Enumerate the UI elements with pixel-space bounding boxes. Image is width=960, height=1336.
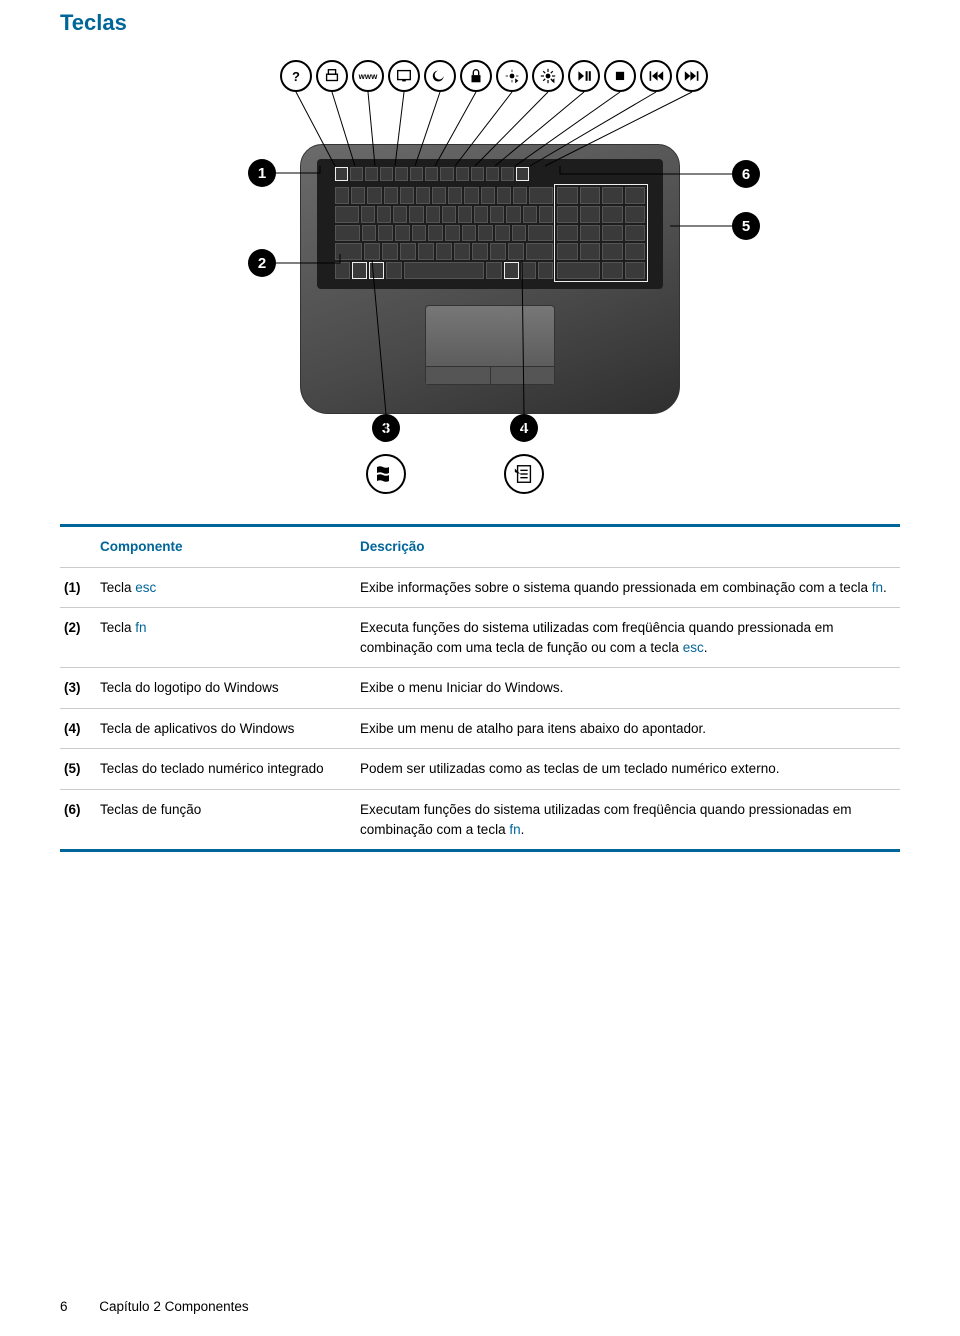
callout-4: 4 [510,414,538,442]
keyboard-diagram: ? www ■ 1 2 3 4 5 6 [200,54,760,494]
link-esc: esc [683,640,704,655]
link-esc: esc [135,580,156,595]
lock-icon [460,60,492,92]
header-description: Descrição [360,537,896,557]
table-row: (4) Tecla de aplicativos do Windows Exib… [60,709,900,750]
callout-3: 3 [372,414,400,442]
link-fn: fn [135,620,146,635]
diagram-icon-row: ? www ■ [280,60,708,92]
table-row: (3) Tecla do logotipo do Windows Exibe o… [60,668,900,709]
brightness-up-icon [532,60,564,92]
callout-2: 2 [248,249,276,277]
www-icon: www [352,60,384,92]
windows-logo-icon [366,454,406,494]
table-row: (2) Tecla fn Executa funções do sistema … [60,608,900,668]
callout-6: 6 [732,160,760,188]
brightness-down-icon [496,60,528,92]
callout-1: 1 [248,159,276,187]
components-table: Componente Descrição (1) Tecla esc Exibe… [60,524,900,852]
page-footer: 6 Capítulo 2 Componentes [60,1299,249,1314]
page-title: Teclas [60,10,900,36]
context-menu-icon [504,454,544,494]
link-fn: fn [872,580,883,595]
print-icon [316,60,348,92]
sleep-icon [424,60,456,92]
stop-icon: ■ [604,60,636,92]
link-fn: fn [509,822,520,837]
prev-track-icon [640,60,672,92]
header-component: Componente [100,537,360,557]
chapter-label: Capítulo 2 Componentes [99,1299,248,1314]
help-icon: ? [280,60,312,92]
page-number: 6 [60,1299,68,1314]
table-header: Componente Descrição [60,527,900,568]
play-pause-icon [568,60,600,92]
table-row: (1) Tecla esc Exibe informações sobre o … [60,568,900,609]
next-track-icon [676,60,708,92]
table-row: (6) Teclas de função Executam funções do… [60,790,900,849]
table-row: (5) Teclas do teclado numérico integrado… [60,749,900,790]
callout-5: 5 [732,212,760,240]
display-icon [388,60,420,92]
laptop-illustration [300,144,680,414]
